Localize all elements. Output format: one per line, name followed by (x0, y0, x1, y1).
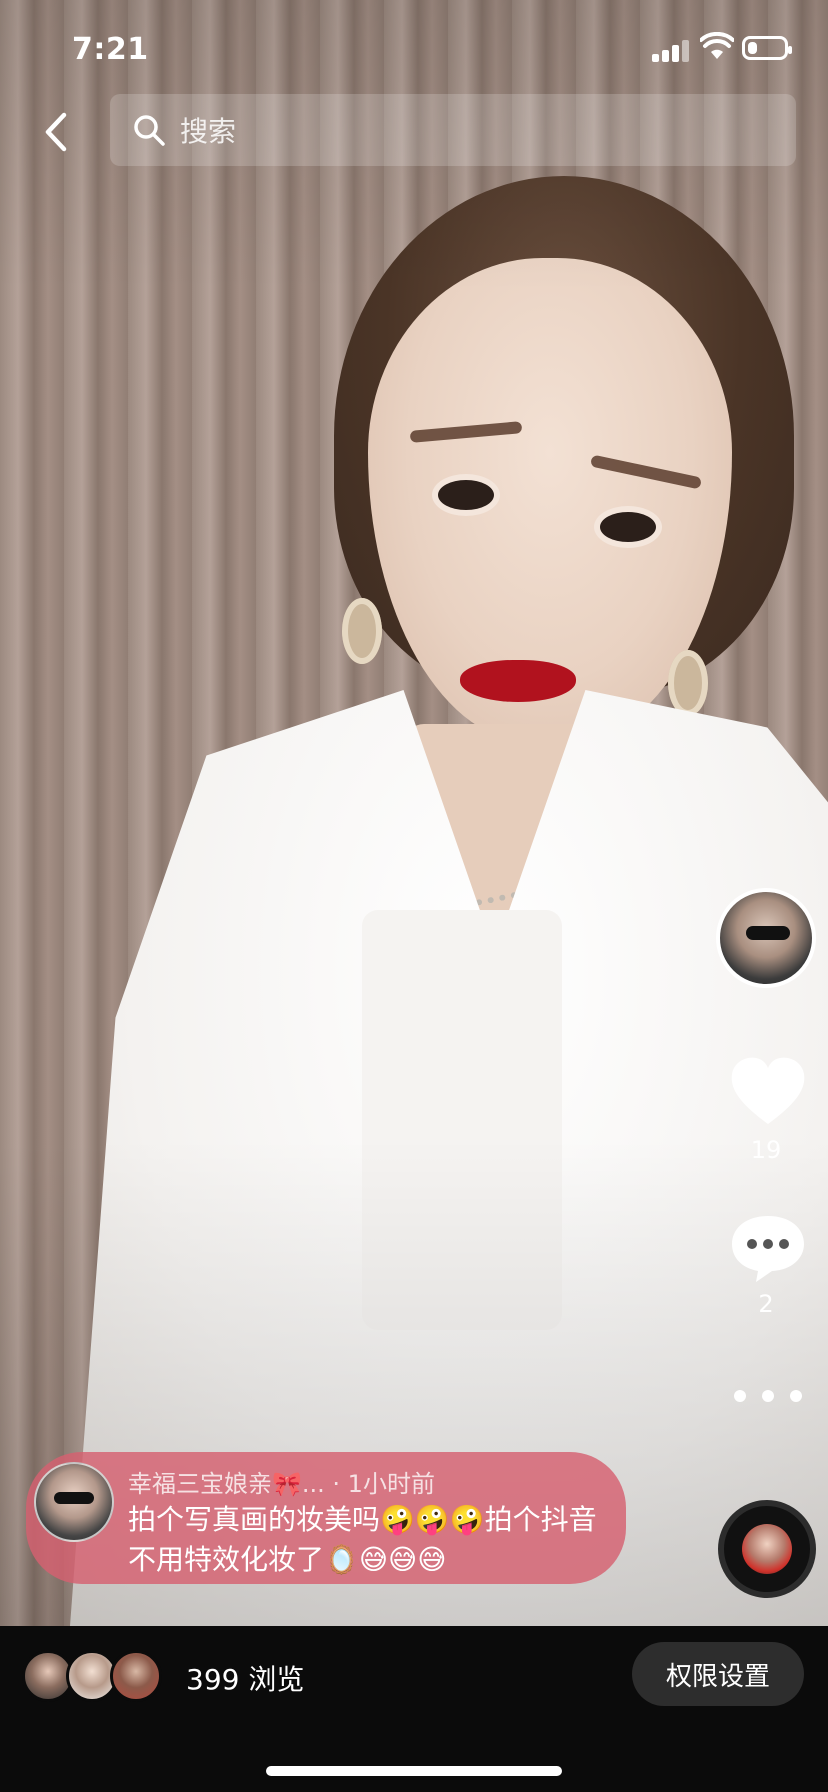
earring-right (668, 650, 708, 716)
status-bar: 7:21 (0, 0, 828, 96)
video-screen: 7:21 搜索 19 2 幸福三宝娘亲🎀... · 1小时前 拍个写真画的妆美吗… (0, 0, 828, 1792)
comment-icon[interactable] (728, 1210, 808, 1284)
search-bar[interactable]: 搜索 (110, 94, 796, 166)
lips (460, 660, 576, 702)
earring-left (342, 598, 382, 664)
comment-count: 2 (758, 1290, 774, 1318)
video-subject-hair (334, 176, 794, 696)
comment-time: · 1小时前 (332, 1470, 435, 1498)
heart-icon[interactable] (728, 1054, 808, 1128)
viewer-avatars[interactable] (22, 1650, 168, 1702)
view-count: 399 浏览 (186, 1663, 305, 1696)
viewer-avatar (110, 1650, 162, 1702)
more-options-icon[interactable] (734, 1384, 802, 1408)
status-time: 7:21 (72, 32, 149, 67)
battery-icon (742, 36, 792, 60)
video-frame[interactable] (0, 0, 828, 1626)
sunglasses (54, 1492, 94, 1504)
music-disc-cover (742, 1524, 792, 1574)
eye-right (594, 506, 662, 548)
chevron-left-icon (45, 112, 67, 152)
like-count: 19 (750, 1136, 782, 1164)
necklace (378, 745, 562, 921)
comment-text: 拍个写真画的妆美吗🤪🤪🤪拍个抖音不用特效化妆了🪞😅😅😅 (128, 1503, 597, 1576)
commenter-avatar[interactable] (34, 1462, 114, 1542)
back-button[interactable] (28, 100, 84, 164)
bottom-bar: 399 浏览 权限设置 (0, 1626, 828, 1792)
home-indicator[interactable] (266, 1766, 562, 1776)
comment-author: 幸福三宝娘亲🎀... (128, 1470, 325, 1498)
neck (404, 724, 654, 1024)
author-avatar[interactable] (716, 888, 816, 988)
video-subject-face (368, 258, 732, 744)
inner-top (362, 910, 562, 1330)
cellular-signal-icon (652, 38, 692, 62)
comment-meta: 幸福三宝娘亲🎀... · 1小时前 (128, 1464, 435, 1499)
music-disc[interactable] (718, 1500, 816, 1598)
brow-right (589, 454, 703, 490)
battery-level (748, 42, 757, 54)
search-icon (134, 115, 165, 146)
search-placeholder: 搜索 (180, 115, 237, 148)
sunglasses (746, 926, 790, 940)
wifi-icon (700, 32, 734, 59)
permission-settings-button[interactable]: 权限设置 (632, 1642, 804, 1706)
brow-left (409, 421, 523, 443)
comment-bubble[interactable]: 幸福三宝娘亲🎀... · 1小时前 拍个写真画的妆美吗🤪🤪🤪拍个抖音不用特效化妆… (26, 1452, 626, 1584)
eye-left (432, 474, 500, 516)
